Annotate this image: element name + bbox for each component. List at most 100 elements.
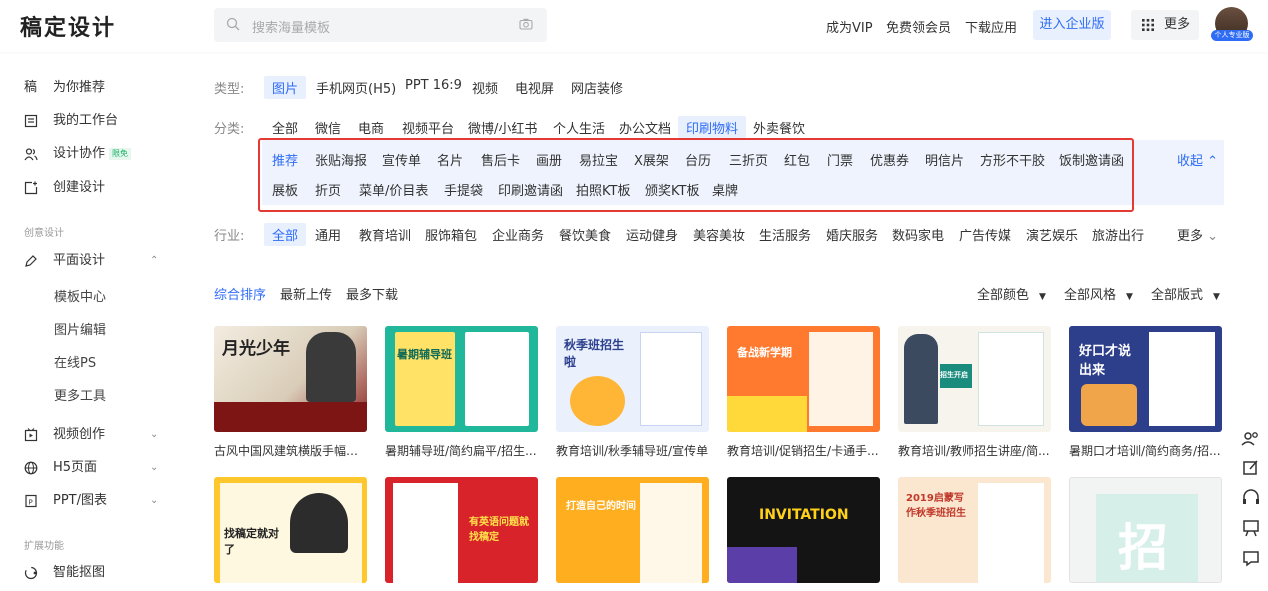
sort-downloads[interactable]: 最多下载 <box>346 284 398 303</box>
chevron-up-icon[interactable]: ⌃ <box>150 255 158 266</box>
template-card[interactable]: 招 <box>1069 477 1222 583</box>
cat-wechat[interactable]: 微信 <box>315 118 341 137</box>
chevron-down-icon[interactable]: ⌄ <box>150 462 158 473</box>
free-member-link[interactable]: 免费领会员 <box>886 17 951 36</box>
headset-icon[interactable] <box>1238 485 1264 511</box>
sidebar-sub-online-ps[interactable]: 在线PS <box>54 352 96 371</box>
card-caption[interactable]: 教育培训/教师招生讲座/简... <box>898 442 1053 459</box>
sub-card[interactable]: 名片 <box>437 150 463 169</box>
sub-recommend[interactable]: 推荐 <box>272 150 298 169</box>
type-h5[interactable]: 手机网页(H5) <box>316 78 396 97</box>
template-card[interactable]: 秋季班招生啦 <box>556 326 709 432</box>
ind-all[interactable]: 全部 <box>264 223 307 246</box>
sort-composite[interactable]: 综合排序 <box>214 284 266 303</box>
cat-ecommerce[interactable]: 电商 <box>358 118 384 137</box>
sub-poster[interactable]: 张贴海报 <box>315 150 367 169</box>
ind-travel[interactable]: 旅游出行 <box>1092 225 1144 244</box>
cat-office[interactable]: 办公文档 <box>619 118 671 137</box>
card-caption[interactable]: 暑期辅导班/简约扁平/招生... <box>385 442 540 459</box>
cat-personal[interactable]: 个人生活 <box>553 118 605 137</box>
sub-album[interactable]: 画册 <box>536 150 562 169</box>
color-select[interactable]: 全部颜色 ▼ <box>977 284 1046 303</box>
industry-more-button[interactable]: 更多 ⌄ <box>1177 225 1218 244</box>
sub-print-invite[interactable]: 印刷邀请函 <box>498 180 563 199</box>
sub-postcard[interactable]: 明信片 <box>925 150 964 169</box>
cat-all[interactable]: 全部 <box>272 118 298 137</box>
type-image[interactable]: 图片 <box>264 76 307 99</box>
template-card[interactable]: 有英语问题就找稿定 <box>385 477 538 583</box>
ind-wedding[interactable]: 婚庆服务 <box>826 225 878 244</box>
community-icon[interactable] <box>1238 426 1264 452</box>
sub-aftersale[interactable]: 售后卡 <box>481 150 520 169</box>
ind-fashion[interactable]: 服饰箱包 <box>425 225 477 244</box>
ind-life[interactable]: 生活服务 <box>759 225 811 244</box>
sub-tablecard[interactable]: 桌牌 <box>712 180 738 199</box>
board-icon[interactable] <box>1238 515 1264 541</box>
sub-xstand[interactable]: X展架 <box>634 150 669 169</box>
sub-redpacket[interactable]: 红包 <box>784 150 810 169</box>
ind-food[interactable]: 餐饮美食 <box>559 225 611 244</box>
ind-entertainment[interactable]: 演艺娱乐 <box>1026 225 1078 244</box>
sub-menu[interactable]: 菜单/价目表 <box>359 180 428 199</box>
card-caption[interactable]: 暑期口才培训/简约商务/招... <box>1069 442 1224 459</box>
ind-media[interactable]: 广告传媒 <box>959 225 1011 244</box>
ind-fitness[interactable]: 运动健身 <box>626 225 678 244</box>
template-card[interactable]: 打造自己的时间 <box>556 477 709 583</box>
ind-beauty[interactable]: 美容美妆 <box>693 225 745 244</box>
sub-fold[interactable]: 折页 <box>315 180 341 199</box>
more-button[interactable]: 更多 <box>1131 10 1199 40</box>
card-caption[interactable]: 古风中国风建筑横版手幅明... <box>214 442 369 459</box>
camera-icon[interactable] <box>519 18 533 30</box>
enterprise-button[interactable]: 进入企业版 <box>1033 10 1111 40</box>
edit-icon[interactable] <box>1238 455 1264 481</box>
sub-coupon[interactable]: 优惠券 <box>870 150 909 169</box>
sidebar-sub-template-center[interactable]: 模板中心 <box>54 286 106 305</box>
sub-ticket[interactable]: 门票 <box>827 150 853 169</box>
ind-digital[interactable]: 数码家电 <box>892 225 944 244</box>
sub-board[interactable]: 展板 <box>272 180 298 199</box>
sub-flyer[interactable]: 宣传单 <box>382 150 421 169</box>
ind-business[interactable]: 企业商务 <box>492 225 544 244</box>
download-app-link[interactable]: 下载应用 <box>965 17 1017 36</box>
type-tv[interactable]: 电视屏 <box>515 78 554 97</box>
card-caption[interactable]: 教育培训/秋季辅导班/宣传单 <box>556 442 711 459</box>
cat-video-platform[interactable]: 视频平台 <box>402 118 454 137</box>
card-caption[interactable]: 教育培训/促销招生/卡通手... <box>727 442 882 459</box>
sort-newest[interactable]: 最新上传 <box>280 284 332 303</box>
sub-award-kt[interactable]: 颁奖KT板 <box>645 180 699 199</box>
cat-weibo[interactable]: 微博/小红书 <box>468 118 537 137</box>
sidebar-sub-image-edit[interactable]: 图片编辑 <box>54 319 106 338</box>
collapse-button[interactable]: 收起 ⌃ <box>1177 150 1218 169</box>
template-card[interactable]: 2019启蒙写作秋季班招生 <box>898 477 1051 583</box>
template-card[interactable]: 好口才说出来 <box>1069 326 1222 432</box>
template-card[interactable]: 月光少年 <box>214 326 367 432</box>
ind-general[interactable]: 通用 <box>315 225 341 244</box>
chat-icon[interactable] <box>1238 545 1264 571</box>
cat-print[interactable]: 印刷物料 <box>678 116 747 139</box>
chevron-down-icon[interactable]: ⌄ <box>150 429 158 440</box>
type-ppt[interactable]: PPT 16:9 <box>405 78 462 93</box>
logo[interactable]: 稿定设计 <box>20 10 116 42</box>
cat-takeout[interactable]: 外卖餐饮 <box>753 118 805 137</box>
template-card[interactable]: 找稿定就对了 <box>214 477 367 583</box>
sub-bag[interactable]: 手提袋 <box>444 180 483 199</box>
layout-select[interactable]: 全部版式 ▼ <box>1151 284 1220 303</box>
search-input[interactable]: 搜索海量模板 <box>214 8 547 42</box>
type-video[interactable]: 视频 <box>472 78 498 97</box>
vip-link[interactable]: 成为VIP <box>826 17 873 36</box>
sub-trifold[interactable]: 三折页 <box>729 150 768 169</box>
sidebar-sub-more-tools[interactable]: 更多工具 <box>54 385 106 404</box>
template-card[interactable]: 招生开启 <box>898 326 1051 432</box>
ind-education[interactable]: 教育培训 <box>359 225 411 244</box>
sub-invite[interactable]: 饭制邀请函 <box>1059 150 1124 169</box>
sub-rollup[interactable]: 易拉宝 <box>579 150 618 169</box>
sub-sticker[interactable]: 方形不干胶 <box>980 150 1045 169</box>
template-card[interactable]: INVITATION <box>727 477 880 583</box>
template-card[interactable]: 暑期辅导班 <box>385 326 538 432</box>
type-shop[interactable]: 网店装修 <box>571 78 623 97</box>
sub-photo-kt[interactable]: 拍照KT板 <box>576 180 630 199</box>
template-card[interactable]: 备战新学期 <box>727 326 880 432</box>
style-select[interactable]: 全部风格 ▼ <box>1064 284 1133 303</box>
chevron-down-icon[interactable]: ⌄ <box>150 495 158 506</box>
sub-calendar[interactable]: 台历 <box>685 150 711 169</box>
